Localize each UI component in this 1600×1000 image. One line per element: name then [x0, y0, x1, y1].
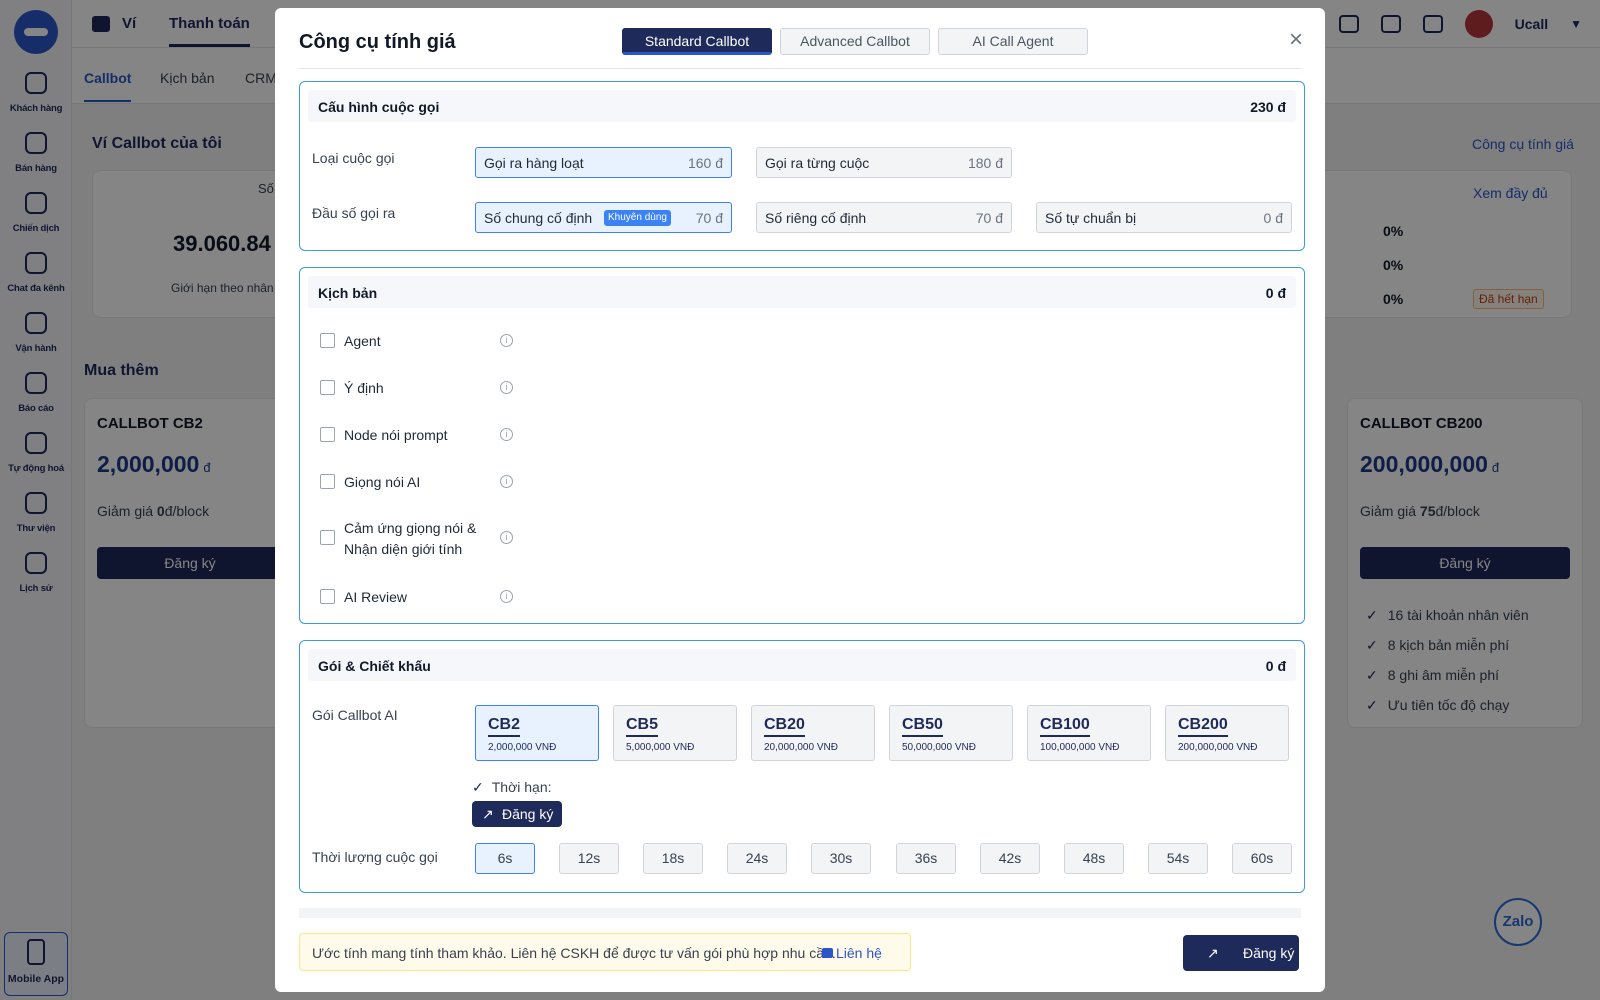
checkbox-label: AI Review [344, 589, 408, 605]
checkbox-label-line2: Nhận diện giới tính [344, 541, 463, 557]
option-price: 70 đ [695, 210, 723, 226]
duration-54s[interactable]: 54s [1148, 843, 1208, 874]
pricing-modal: Công cụ tính giá Standard Callbot Advanc… [275, 8, 1325, 992]
chat-icon [822, 948, 833, 958]
number-label: Đầu số gọi ra [312, 205, 396, 221]
cta-label: Đăng ký [1243, 945, 1295, 961]
checkbox[interactable] [320, 333, 335, 348]
duration-60s[interactable]: 60s [1232, 843, 1292, 874]
option-price: 0 đ [1263, 210, 1283, 226]
section-call-config: Cấu hình cuộc gọi 230 đ Loại cuộc gọi Gọ… [299, 81, 1305, 251]
option-label: Gọi ra hàng loạt [484, 155, 584, 171]
info-icon[interactable]: i [500, 334, 513, 347]
duration-6s[interactable]: 6s [475, 843, 535, 874]
close-icon[interactable]: × [1289, 28, 1303, 52]
option-shared-number[interactable]: Số chung cố định Khuyên dùng 70 đ [475, 202, 732, 233]
section-price: 230 đ [1250, 99, 1286, 115]
info-icon[interactable]: i [500, 531, 513, 544]
package-name: CB100 [1040, 716, 1090, 737]
info-icon[interactable]: i [500, 381, 513, 394]
info-icon[interactable]: i [500, 590, 513, 603]
checkbox[interactable] [320, 427, 335, 442]
option-private-number[interactable]: Số riêng cố định 70 đ [756, 202, 1012, 233]
option-label: Số riêng cố định [765, 210, 867, 226]
section-title: Kịch bản [318, 285, 378, 301]
section-header: Kịch bản 0 đ [308, 276, 1296, 308]
package-price: 100,000,000 VNĐ [1040, 742, 1120, 753]
package-price: 2,000,000 VNĐ [488, 742, 557, 753]
option-own-number[interactable]: Số tự chuẩn bị 0 đ [1036, 202, 1292, 233]
checkbox-label: Node nói prompt [344, 427, 448, 443]
checkbox-label: Giọng nói AI [344, 474, 421, 490]
section-header: Gói & Chiết khấu 0 đ [308, 649, 1296, 681]
package-cb50[interactable]: CB50 50,000,000 VNĐ [889, 705, 1013, 761]
register-cta-button[interactable]: ↗ Đăng ký [1183, 935, 1299, 971]
term-label: Thời hạn: [472, 779, 552, 796]
package-name: CB200 [1178, 716, 1228, 737]
package-cb2[interactable]: CB2 2,000,000 VNĐ [475, 705, 599, 761]
section-title: Gói & Chiết khấu [318, 658, 431, 674]
section-price: 0 đ [1265, 658, 1286, 674]
contact-link[interactable]: Liên hệ [836, 945, 882, 961]
checkbox-label: Ý định [344, 380, 384, 396]
option-price: 70 đ [975, 210, 1003, 226]
info-icon[interactable]: i [500, 475, 513, 488]
info-icon[interactable]: i [500, 428, 513, 441]
option-label: Số chung cố định [484, 210, 593, 226]
package-price: 50,000,000 VNĐ [902, 742, 976, 753]
package-cb5[interactable]: CB5 5,000,000 VNĐ [613, 705, 737, 761]
section-title: Cấu hình cuộc gọi [318, 99, 440, 115]
checkbox[interactable] [320, 380, 335, 395]
package-label: Gói Callbot AI [312, 707, 398, 723]
duration-42s[interactable]: 42s [980, 843, 1040, 874]
package-price: 200,000,000 VNĐ [1178, 742, 1258, 753]
modal-title: Công cụ tính giá [299, 31, 456, 53]
recommended-badge: Khuyên dùng [604, 210, 671, 226]
checkbox-label: Cảm ứng giọng nói & [344, 520, 477, 536]
option-label: Số tự chuẩn bị [1045, 210, 1137, 226]
duration-12s[interactable]: 12s [559, 843, 619, 874]
duration-36s[interactable]: 36s [896, 843, 956, 874]
package-price: 5,000,000 VNĐ [626, 742, 695, 753]
tab-advanced-callbot[interactable]: Advanced Callbot [780, 28, 930, 55]
modal-tabs: Standard Callbot Advanced Callbot AI Cal… [622, 28, 1088, 55]
package-cb200[interactable]: CB200 200,000,000 VNĐ [1165, 705, 1289, 761]
checkbox[interactable] [320, 530, 335, 545]
package-name: CB5 [626, 716, 659, 737]
section-script: Kịch bản 0 đ Agent i Ý định i Node nói pro… [299, 267, 1305, 624]
section-header: Cấu hình cuộc gọi 230 đ [308, 90, 1296, 122]
duration-30s[interactable]: 30s [811, 843, 871, 874]
option-label: Gọi ra từng cuộc [765, 155, 870, 171]
option-price: 180 đ [967, 155, 1003, 171]
call-type-label: Loại cuộc gọi [312, 150, 395, 166]
package-cb100[interactable]: CB100 100,000,000 VNĐ [1027, 705, 1151, 761]
duration-18s[interactable]: 18s [643, 843, 703, 874]
scroll-fade [299, 908, 1301, 918]
package-name: CB50 [902, 716, 943, 737]
package-name: CB2 [488, 716, 521, 737]
app-root: Khách hàng Bán hàng Chiến dịch Chat đa k… [0, 0, 1600, 1000]
checkbox[interactable] [320, 589, 335, 604]
option-single-call[interactable]: Gọi ra từng cuộc 180 đ [756, 147, 1012, 178]
tab-ai-call-agent[interactable]: AI Call Agent [938, 28, 1088, 55]
estimate-note: Ước tính mang tính tham khảo. Liên hệ CS… [299, 933, 911, 971]
duration-24s[interactable]: 24s [727, 843, 787, 874]
package-name: CB20 [764, 716, 805, 737]
package-cb20[interactable]: CB20 20,000,000 VNĐ [751, 705, 875, 761]
package-register-button[interactable]: Đăng ký [472, 801, 562, 827]
checkbox-label: Agent [344, 333, 381, 349]
duration-48s[interactable]: 48s [1064, 843, 1124, 874]
package-price: 20,000,000 VNĐ [764, 742, 838, 753]
arrow-up-right-icon: ↗ [1207, 945, 1219, 961]
checkbox[interactable] [320, 474, 335, 489]
option-bulk-call[interactable]: Gọi ra hàng loạt 160 đ [475, 147, 732, 178]
duration-label: Thời lượng cuộc gọi [312, 849, 438, 865]
option-price: 160 đ [687, 155, 723, 171]
divider [299, 68, 1301, 69]
section-price: 0 đ [1265, 285, 1286, 301]
tab-standard-callbot[interactable]: Standard Callbot [622, 28, 772, 55]
section-package: Gói & Chiết khấu 0 đ Gói Callbot AI CB2 2… [299, 640, 1305, 893]
note-text: Ước tính mang tính tham khảo. Liên hệ CS… [312, 945, 836, 961]
